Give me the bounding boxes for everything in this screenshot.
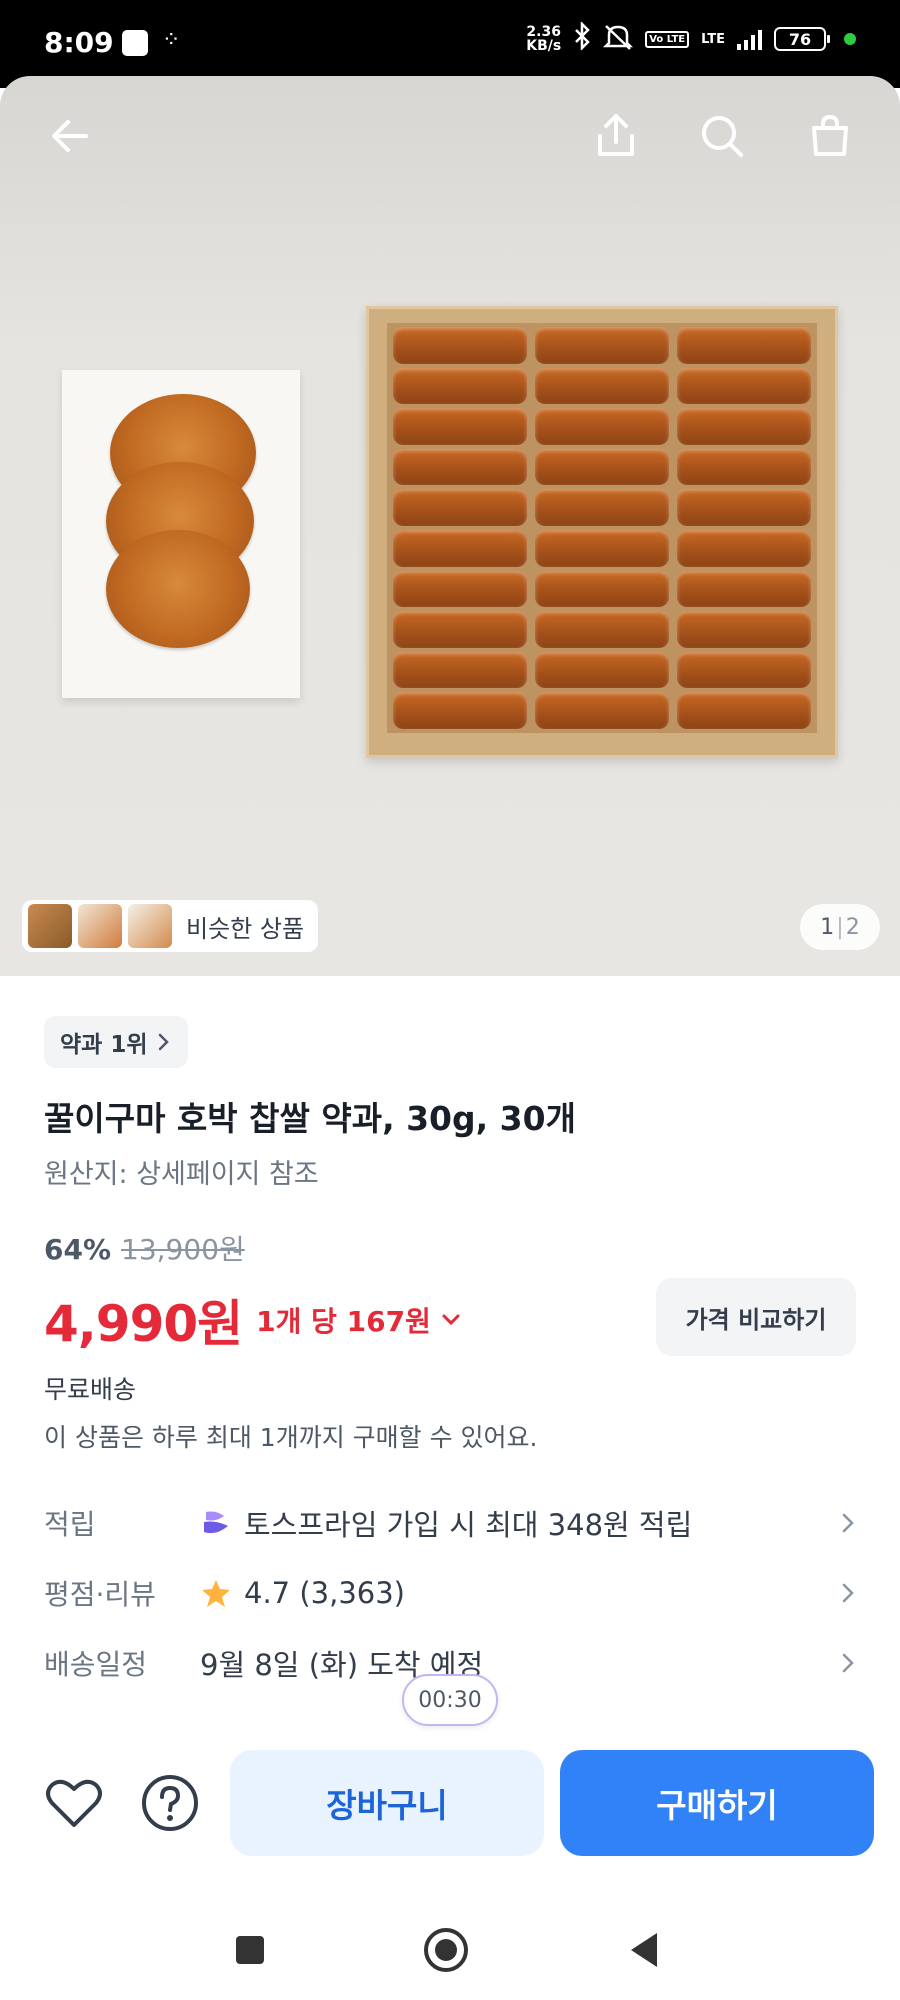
yakgwa-piece — [393, 448, 527, 486]
back-button[interactable] — [40, 106, 100, 166]
yakgwa-piece — [677, 489, 811, 526]
similar-thumb — [28, 904, 72, 948]
yakgwa-piece — [535, 651, 669, 689]
yakgwa-piece — [677, 408, 811, 445]
yakgwa-piece — [535, 408, 669, 445]
yakgwa-piece — [393, 408, 527, 445]
notification-app-icon — [122, 30, 148, 56]
unit-price-toggle[interactable]: 1개 당 167원 — [256, 1300, 461, 1340]
back-arrow-icon — [52, 120, 88, 152]
buy-now-button[interactable]: 구매하기 — [560, 1750, 874, 1856]
sale-price: 4,990원 — [44, 1295, 243, 1353]
inquiry-button[interactable] — [130, 1763, 210, 1843]
original-price: 13,900원 — [121, 1233, 245, 1266]
back-nav-button[interactable] — [616, 1922, 672, 1978]
share-button[interactable] — [586, 106, 646, 166]
top-navigation — [0, 76, 900, 196]
chevron-right-icon — [842, 1653, 854, 1673]
search-button[interactable] — [692, 106, 752, 166]
add-to-cart-button[interactable]: 장바구니 — [230, 1750, 544, 1856]
privacy-dot-icon — [844, 33, 856, 45]
yakgwa-piece — [535, 327, 669, 364]
yakgwa-piece — [393, 651, 527, 689]
discount-rate: 64% — [44, 1233, 112, 1266]
yakgwa-piece — [535, 367, 669, 405]
mute-icon — [603, 23, 634, 55]
network-speed: 2.36 KB/s — [526, 24, 562, 54]
yakgwa-plate-image — [62, 370, 300, 698]
yakgwa-piece — [393, 367, 527, 405]
yakgwa-piece — [393, 611, 527, 648]
product-origin: 원산지: 상세페이지 참조 — [44, 1159, 319, 1190]
yakgwa-piece — [393, 489, 527, 526]
yakgwa-piece — [393, 692, 527, 729]
status-time: 8:09 — [44, 26, 114, 59]
chevron-right-icon — [158, 1033, 169, 1051]
yakgwa-piece — [677, 529, 811, 567]
image-pager: 1 | 2 — [800, 904, 880, 950]
similar-thumb — [78, 904, 122, 948]
price-row: 4,990원 1개 당 167원 — [44, 1284, 461, 1356]
yakgwa-piece — [677, 651, 811, 689]
shipping-info: 무료배송 — [44, 1375, 137, 1404]
yakgwa-piece — [535, 570, 669, 608]
yakgwa-piece — [677, 367, 811, 405]
price-compare-button[interactable]: 가격 비교하기 — [656, 1278, 856, 1356]
chevron-down-icon — [442, 1314, 460, 1326]
notification-dots-icon: ⁘ — [162, 28, 181, 53]
shopping-bag-icon — [812, 114, 848, 156]
yakgwa-piece — [535, 529, 669, 567]
network-type: LTE — [701, 31, 725, 47]
search-icon — [702, 116, 743, 157]
info-row-reward[interactable]: 적립 토스프라임 가입 시 최대 348원 적립 — [44, 1498, 856, 1548]
share-icon — [598, 114, 634, 156]
yakgwa-piece — [393, 327, 527, 364]
toss-prime-icon — [204, 1511, 228, 1534]
bluetooth-icon — [573, 20, 591, 56]
info-row-rating[interactable]: 평점·리뷰 4.7 (3,363) — [44, 1568, 856, 1618]
purchase-limit-notice: 이 상품은 하루 최대 1개까지 구매할 수 있어요. — [44, 1423, 538, 1452]
chevron-right-icon — [842, 1583, 854, 1603]
yakgwa-piece — [677, 327, 811, 364]
screen-recording-timer: 00:30 — [402, 1674, 498, 1726]
yakgwa-piece — [535, 489, 669, 526]
discount-row: 64% 13,900원 — [44, 1228, 245, 1268]
yakgwa-piece — [677, 692, 811, 729]
yakgwa-piece — [535, 692, 669, 729]
yakgwa-piece — [535, 448, 669, 486]
cart-nav-button[interactable] — [800, 106, 860, 166]
question-icon — [142, 1775, 198, 1831]
similar-products-button[interactable]: 비슷한 상품 — [22, 900, 319, 952]
bottom-action-bar: 장바구니 구매하기 — [0, 1740, 900, 1870]
yakgwa-piece — [393, 570, 527, 608]
heart-icon — [46, 1779, 102, 1827]
volte-icon: Vo LTE — [645, 30, 690, 48]
signal-icon — [737, 28, 762, 50]
back-triangle-icon — [631, 1933, 657, 1967]
similar-thumb — [128, 904, 172, 948]
yakgwa-piece — [393, 529, 527, 567]
star-icon — [202, 1580, 230, 1607]
recents-button[interactable] — [222, 1922, 278, 1978]
battery-icon: 76 — [774, 27, 830, 51]
category-rank-chip[interactable]: 약과 1위 — [44, 1016, 188, 1068]
product-title: 꿀이구마 호박 찹쌀 약과, 30g, 30개 — [44, 1099, 576, 1138]
similar-products-label: 비슷한 상품 — [186, 914, 305, 943]
system-navigation-bar — [0, 1900, 900, 2000]
home-circle-icon — [424, 1928, 468, 1972]
yakgwa-piece — [677, 448, 811, 486]
home-button[interactable] — [418, 1922, 474, 1978]
yakgwa-piece — [677, 611, 811, 648]
square-icon — [236, 1936, 264, 1964]
product-image-carousel[interactable]: 비슷한 상품 1 | 2 — [0, 76, 900, 976]
wishlist-button[interactable] — [34, 1763, 114, 1843]
status-bar: 8:09 ⁘ 2.36 KB/s Vo LTE LTE 76 — [0, 0, 900, 88]
yakgwa-box-image — [366, 306, 838, 758]
yakgwa-piece — [677, 570, 811, 608]
yakgwa-piece — [535, 611, 669, 648]
chevron-right-icon — [842, 1513, 854, 1533]
